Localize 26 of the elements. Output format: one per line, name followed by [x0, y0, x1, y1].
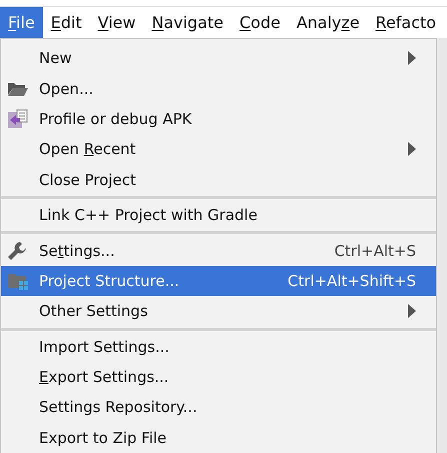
- menu-item[interactable]: Export Settings...: [1, 362, 436, 392]
- project-structure-icon: [7, 272, 29, 290]
- menu-bar-item[interactable]: File: [0, 7, 43, 38]
- menu-item[interactable]: New: [1, 43, 436, 74]
- menu-item[interactable]: Open...: [1, 73, 436, 104]
- menu-bar-item[interactable]: Navigate: [144, 7, 232, 38]
- menu-item[interactable]: Export to Zip File: [1, 422, 436, 453]
- menu-bar-item[interactable]: View: [90, 7, 144, 38]
- menu-item[interactable]: Other Settings: [1, 296, 436, 327]
- menu-item[interactable]: Import Settings...: [1, 332, 436, 362]
- shortcut-label: Ctrl+Alt+Shift+S: [288, 272, 416, 290]
- menu-bar-item[interactable]: Edit: [42, 7, 90, 38]
- menu-item[interactable]: Open Recent: [1, 134, 436, 165]
- folder-icon: [7, 80, 29, 97]
- wrench-icon: [7, 240, 27, 261]
- menu-bar-item[interactable]: Analyze: [288, 7, 368, 38]
- menu-item[interactable]: Project Structure... Ctrl+Alt+Shift+S: [1, 266, 436, 296]
- menu-item[interactable]: Close Project: [1, 164, 436, 195]
- profile-icon: [7, 108, 29, 129]
- menu-bar-item[interactable]: Refacto: [368, 7, 444, 38]
- menu-item[interactable]: Settings... Ctrl+Alt+S: [1, 235, 436, 266]
- menu-item[interactable]: Profile or debug APK: [1, 104, 436, 134]
- shortcut-label: Ctrl+Alt+S: [334, 242, 416, 260]
- menu-item[interactable]: Settings Repository...: [1, 392, 436, 423]
- menu-bar-item[interactable]: Code: [232, 7, 288, 38]
- menu-item[interactable]: Link C++ Project with Gradle: [1, 200, 436, 230]
